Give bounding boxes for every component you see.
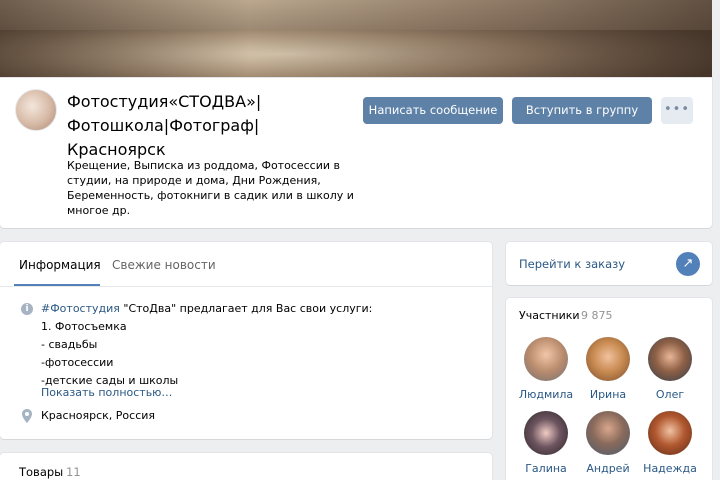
member-name[interactable]: Надежда xyxy=(639,462,701,475)
members-count: 9 875 xyxy=(581,309,613,322)
hashtag-link[interactable]: #Фотостудия xyxy=(41,302,120,315)
member-item[interactable]: Андрей xyxy=(577,411,639,475)
member-name[interactable]: Олег xyxy=(639,388,701,401)
write-message-button[interactable]: Написать сообщение xyxy=(363,97,503,124)
avatar[interactable] xyxy=(524,337,568,381)
description-line: - свадьбы xyxy=(41,338,98,351)
tab-information[interactable]: Информация xyxy=(19,258,101,272)
member-item[interactable]: Галина xyxy=(515,411,577,475)
tab-bar: Информация Свежие новости xyxy=(0,242,492,287)
page-title: Фотостудия«СТОДВА»| Фотошкола|Фотограф| … xyxy=(67,92,262,159)
more-actions-button[interactable]: ••• xyxy=(661,97,693,124)
member-item[interactable]: Надежда xyxy=(639,411,701,475)
info-icon: i xyxy=(21,303,33,315)
tab-fresh-news[interactable]: Свежие новости xyxy=(112,258,216,272)
description-line-1-text: "СтоДва" предлагает для Вас свои услуги: xyxy=(119,302,373,315)
arrow-up-right-icon[interactable]: ↗ xyxy=(676,252,700,276)
group-description: #Фотостудия "СтоДва" предлагает для Вас … xyxy=(41,300,481,390)
go-to-order-link[interactable]: Перейти к заказу xyxy=(519,257,625,271)
members-title[interactable]: Участники xyxy=(519,309,580,322)
member-item[interactable]: Людмила xyxy=(515,337,577,401)
avatar[interactable] xyxy=(586,411,630,455)
avatar[interactable] xyxy=(524,411,568,455)
avatar[interactable] xyxy=(648,411,692,455)
avatar[interactable] xyxy=(586,337,630,381)
member-item[interactable]: Олег xyxy=(639,337,701,401)
group-status: Крещение, Выписка из роддома, Фотосессии… xyxy=(67,159,354,217)
description-line-1: #Фотостудия "СтоДва" предлагает для Вас … xyxy=(41,300,481,318)
member-item[interactable]: Ирина xyxy=(577,337,639,401)
avatar[interactable] xyxy=(648,337,692,381)
description-line: -фотосессии xyxy=(41,356,114,369)
goods-title[interactable]: Товары xyxy=(19,465,63,479)
location-pin-icon xyxy=(22,409,32,423)
member-name[interactable]: Галина xyxy=(515,462,577,475)
member-name[interactable]: Андрей xyxy=(577,462,639,475)
join-group-button[interactable]: Вступить в группу xyxy=(512,97,652,124)
member-name[interactable]: Людмила xyxy=(515,388,577,401)
active-tab-indicator xyxy=(14,284,100,286)
cover-shade xyxy=(0,0,712,78)
goods-count: 11 xyxy=(66,465,81,479)
member-name[interactable]: Ирина xyxy=(577,388,639,401)
group-avatar[interactable] xyxy=(15,89,57,131)
cover-photo xyxy=(0,0,712,78)
description-line: 1. Фотосъемка xyxy=(41,320,127,333)
location-text: Красноярск, Россия xyxy=(41,409,156,422)
show-more-link[interactable]: Показать полностью… xyxy=(41,386,172,399)
